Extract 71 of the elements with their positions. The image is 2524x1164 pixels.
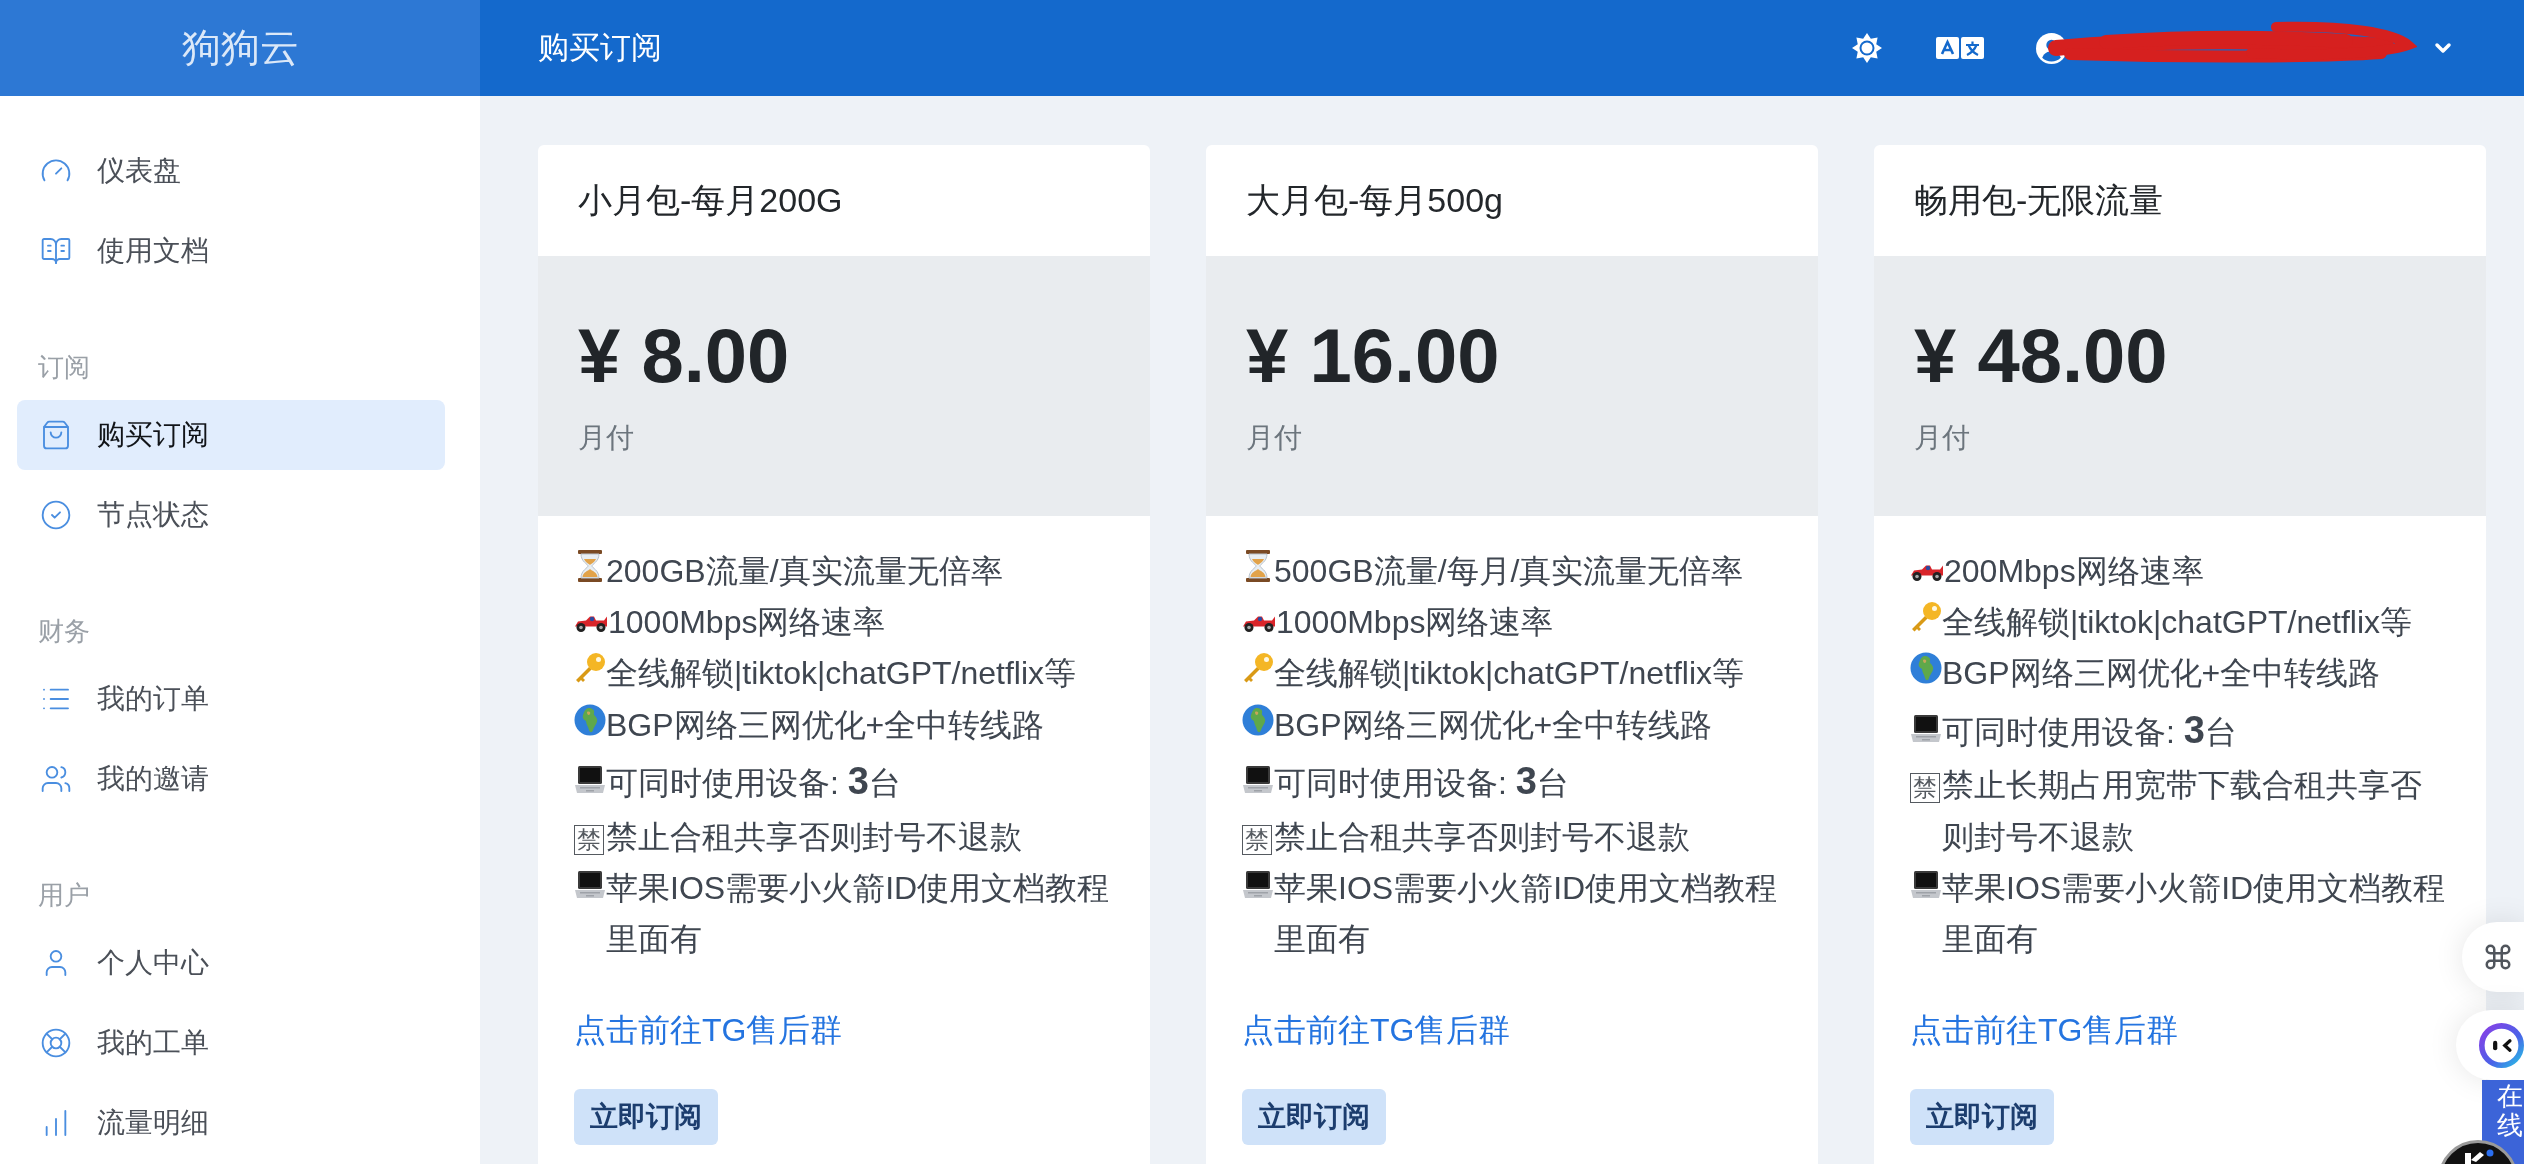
user-avatar-icon[interactable] (2036, 32, 2067, 64)
section-label: 财务 (37, 615, 91, 648)
plan-price: ¥ 16.00 (1246, 312, 1500, 400)
laptop-icon (1242, 870, 1274, 899)
feature-text: BGP网络三网优化+全中转线路 (1942, 654, 2381, 694)
nav-item[interactable]: 购买订阅 (17, 400, 445, 470)
feature-text: 全线解锁|tiktok|chatGPT/netflix等 (1274, 654, 1745, 694)
prohibited-sign: 禁 (1242, 824, 1272, 855)
feature-text: 苹果IOS需要小火箭ID使用文档教程里面有 (1942, 868, 2447, 959)
plan-title: 小月包-每月200G (578, 180, 843, 221)
feature-text: 200GB流量/真实流量无倍率 (606, 552, 1003, 591)
command-icon (2483, 942, 2513, 972)
race-car-icon (574, 614, 608, 634)
laptop-icon (1910, 714, 1942, 743)
plan-title: 畅用包-无限流量 (1914, 180, 2164, 221)
key-icon (1242, 652, 1274, 685)
support-group-link[interactable]: 点击前往TG售后群 (1242, 1005, 1511, 1057)
feature-text: 苹果IOS需要小火箭ID使用文档教程里面有 (606, 868, 1111, 959)
feature-text: BGP网络三网优化+全中转线路 (1274, 705, 1713, 745)
laptop-icon (1910, 870, 1942, 899)
subscribe-button[interactable]: 立即订阅 (1910, 1089, 2054, 1146)
feature-text: 苹果IOS需要小火箭ID使用文档教程里面有 (1274, 868, 1779, 959)
feature-text: 1000Mbps网络速率 (1276, 603, 1554, 643)
laptop-icon (574, 870, 606, 899)
key-icon (1910, 601, 1942, 634)
feature-text: 可同时使用设备: 3台 (1274, 758, 1569, 804)
shopping-bag-icon (40, 419, 72, 451)
key-icon (574, 652, 606, 685)
hourglass-icon (577, 550, 603, 582)
sun-icon[interactable] (1852, 33, 1882, 63)
feature-text: 禁止合租共享否则封号不退款 (606, 817, 1022, 857)
feature-text: 全线解锁|tiktok|chatGPT/netflix等 (1942, 603, 2413, 643)
laptop-icon (574, 765, 606, 794)
prohibited-sign: 禁 (574, 824, 604, 855)
billing-period: 月付 (578, 421, 634, 456)
support-group-link[interactable]: 点击前往TG售后群 (1910, 1005, 2179, 1057)
globe-icon (1242, 703, 1274, 736)
plan-title: 大月包-每月500g (1246, 180, 1503, 221)
section-label: 用户 (37, 879, 91, 912)
race-car-icon (1242, 614, 1276, 634)
brand-name[interactable]: 狗狗云 (181, 18, 299, 78)
feature-text: 全线解锁|tiktok|chatGPT/netflix等 (606, 654, 1077, 694)
users-icon (40, 763, 72, 795)
feature-text: 200Mbps网络速率 (1944, 552, 2204, 591)
hourglass-icon (1245, 550, 1271, 582)
laptop-icon (1242, 765, 1274, 794)
billing-period: 月付 (1914, 421, 1970, 456)
ring-face-icon (2479, 1022, 2524, 1068)
feature-text: 500GB流量/每月/真实流量无倍率 (1274, 552, 1744, 591)
billing-period: 月付 (1246, 421, 1302, 456)
book-icon (40, 235, 72, 267)
translate-icon[interactable] (1936, 37, 1984, 59)
subscribe-button[interactable]: 立即订阅 (1242, 1089, 1386, 1146)
subscribe-button[interactable]: 立即订阅 (574, 1089, 718, 1146)
feature-text: 可同时使用设备: 3台 (606, 758, 901, 804)
globe-icon (1910, 652, 1942, 685)
page-title: 购买订阅 (538, 28, 662, 67)
feature-text: BGP网络三网优化+全中转线路 (606, 705, 1045, 745)
plan-price: ¥ 48.00 (1914, 312, 2168, 400)
globe-icon (574, 703, 606, 736)
feature-text: 可同时使用设备: 3台 (1942, 707, 2237, 753)
feature-text: 禁止合租共享否则封号不退款 (1274, 817, 1690, 857)
feature-text: 1000Mbps网络速率 (608, 603, 886, 643)
support-group-link[interactable]: 点击前往TG售后群 (574, 1005, 843, 1057)
prohibited-sign: 禁 (1910, 773, 1940, 804)
plan-price: ¥ 8.00 (578, 312, 790, 400)
section-label: 订阅 (37, 351, 91, 384)
check-circle-icon (40, 499, 72, 531)
feature-text: 禁止长期占用宽带下载合租共享否则封号不退款 (1942, 766, 2423, 857)
lifebuoy-icon (40, 1027, 72, 1059)
race-car-icon (1910, 563, 1944, 582)
